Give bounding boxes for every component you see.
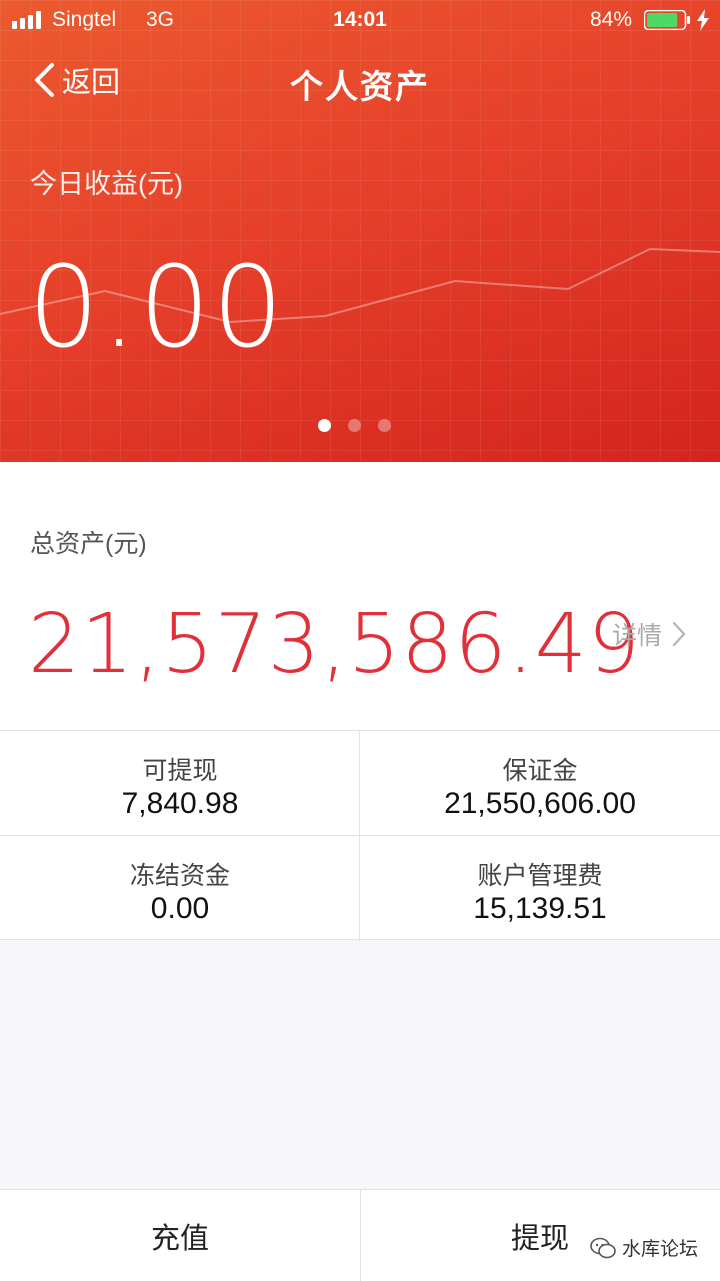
management-fee-value: 15,139.51	[473, 892, 607, 925]
chevron-right-icon	[672, 621, 686, 647]
page-dot[interactable]	[378, 419, 391, 432]
page-dot[interactable]	[348, 419, 361, 432]
details-link[interactable]: 详情	[612, 616, 686, 652]
margin-label: 保证金	[502, 757, 578, 785]
total-assets-card: 总资产(元) 21,573,586.49 详情	[0, 462, 720, 730]
page-dot[interactable]	[318, 419, 331, 432]
margin-cell: 保证金 21,550,606.00	[360, 731, 720, 835]
frozen-funds-value: 0.00	[150, 892, 210, 925]
today-earnings-label: 今日收益(元)	[30, 169, 183, 199]
battery-icon	[644, 10, 690, 30]
charging-bolt-icon	[697, 9, 709, 31]
wechat-icon	[590, 1237, 616, 1258]
navigation-bar: 返回 个人资产	[0, 50, 720, 110]
page-indicator[interactable]	[318, 419, 391, 432]
management-fee-label: 账户管理费	[477, 862, 603, 890]
today-earnings-value: 0.00	[28, 243, 286, 373]
total-assets-label: 总资产(元)	[30, 530, 147, 558]
watermark-text: 水库论坛	[622, 1239, 699, 1260]
details-label: 详情	[612, 622, 663, 650]
battery-percent: 84%	[590, 8, 633, 31]
management-fee-cell: 账户管理费 15,139.51	[360, 836, 720, 940]
earnings-header: Singtel 3G 14:01 84% 返回 个人资产 今日收益(元) 0.0…	[0, 0, 720, 462]
withdrawable-value: 7,840.98	[121, 787, 239, 820]
total-assets-value: 21,573,586.49	[28, 597, 641, 692]
withdrawable-cell: 可提现 7,840.98	[0, 731, 360, 835]
status-bar: Singtel 3G 14:01 84%	[0, 0, 720, 40]
frozen-funds-cell: 冻结资金 0.00	[0, 836, 360, 940]
frozen-funds-label: 冻结资金	[129, 862, 230, 890]
withdrawable-label: 可提现	[142, 757, 218, 785]
page-title: 个人资产	[290, 68, 430, 105]
balance-breakdown-grid: 可提现 7,840.98 保证金 21,550,606.00 冻结资金 0.00…	[0, 730, 720, 941]
margin-value: 21,550,606.00	[444, 787, 636, 820]
grid-divider-vertical	[359, 731, 360, 941]
deposit-button[interactable]: 充值	[0, 1190, 360, 1281]
watermark: 水库论坛	[590, 1234, 698, 1261]
grid-divider-horizontal	[0, 835, 720, 836]
